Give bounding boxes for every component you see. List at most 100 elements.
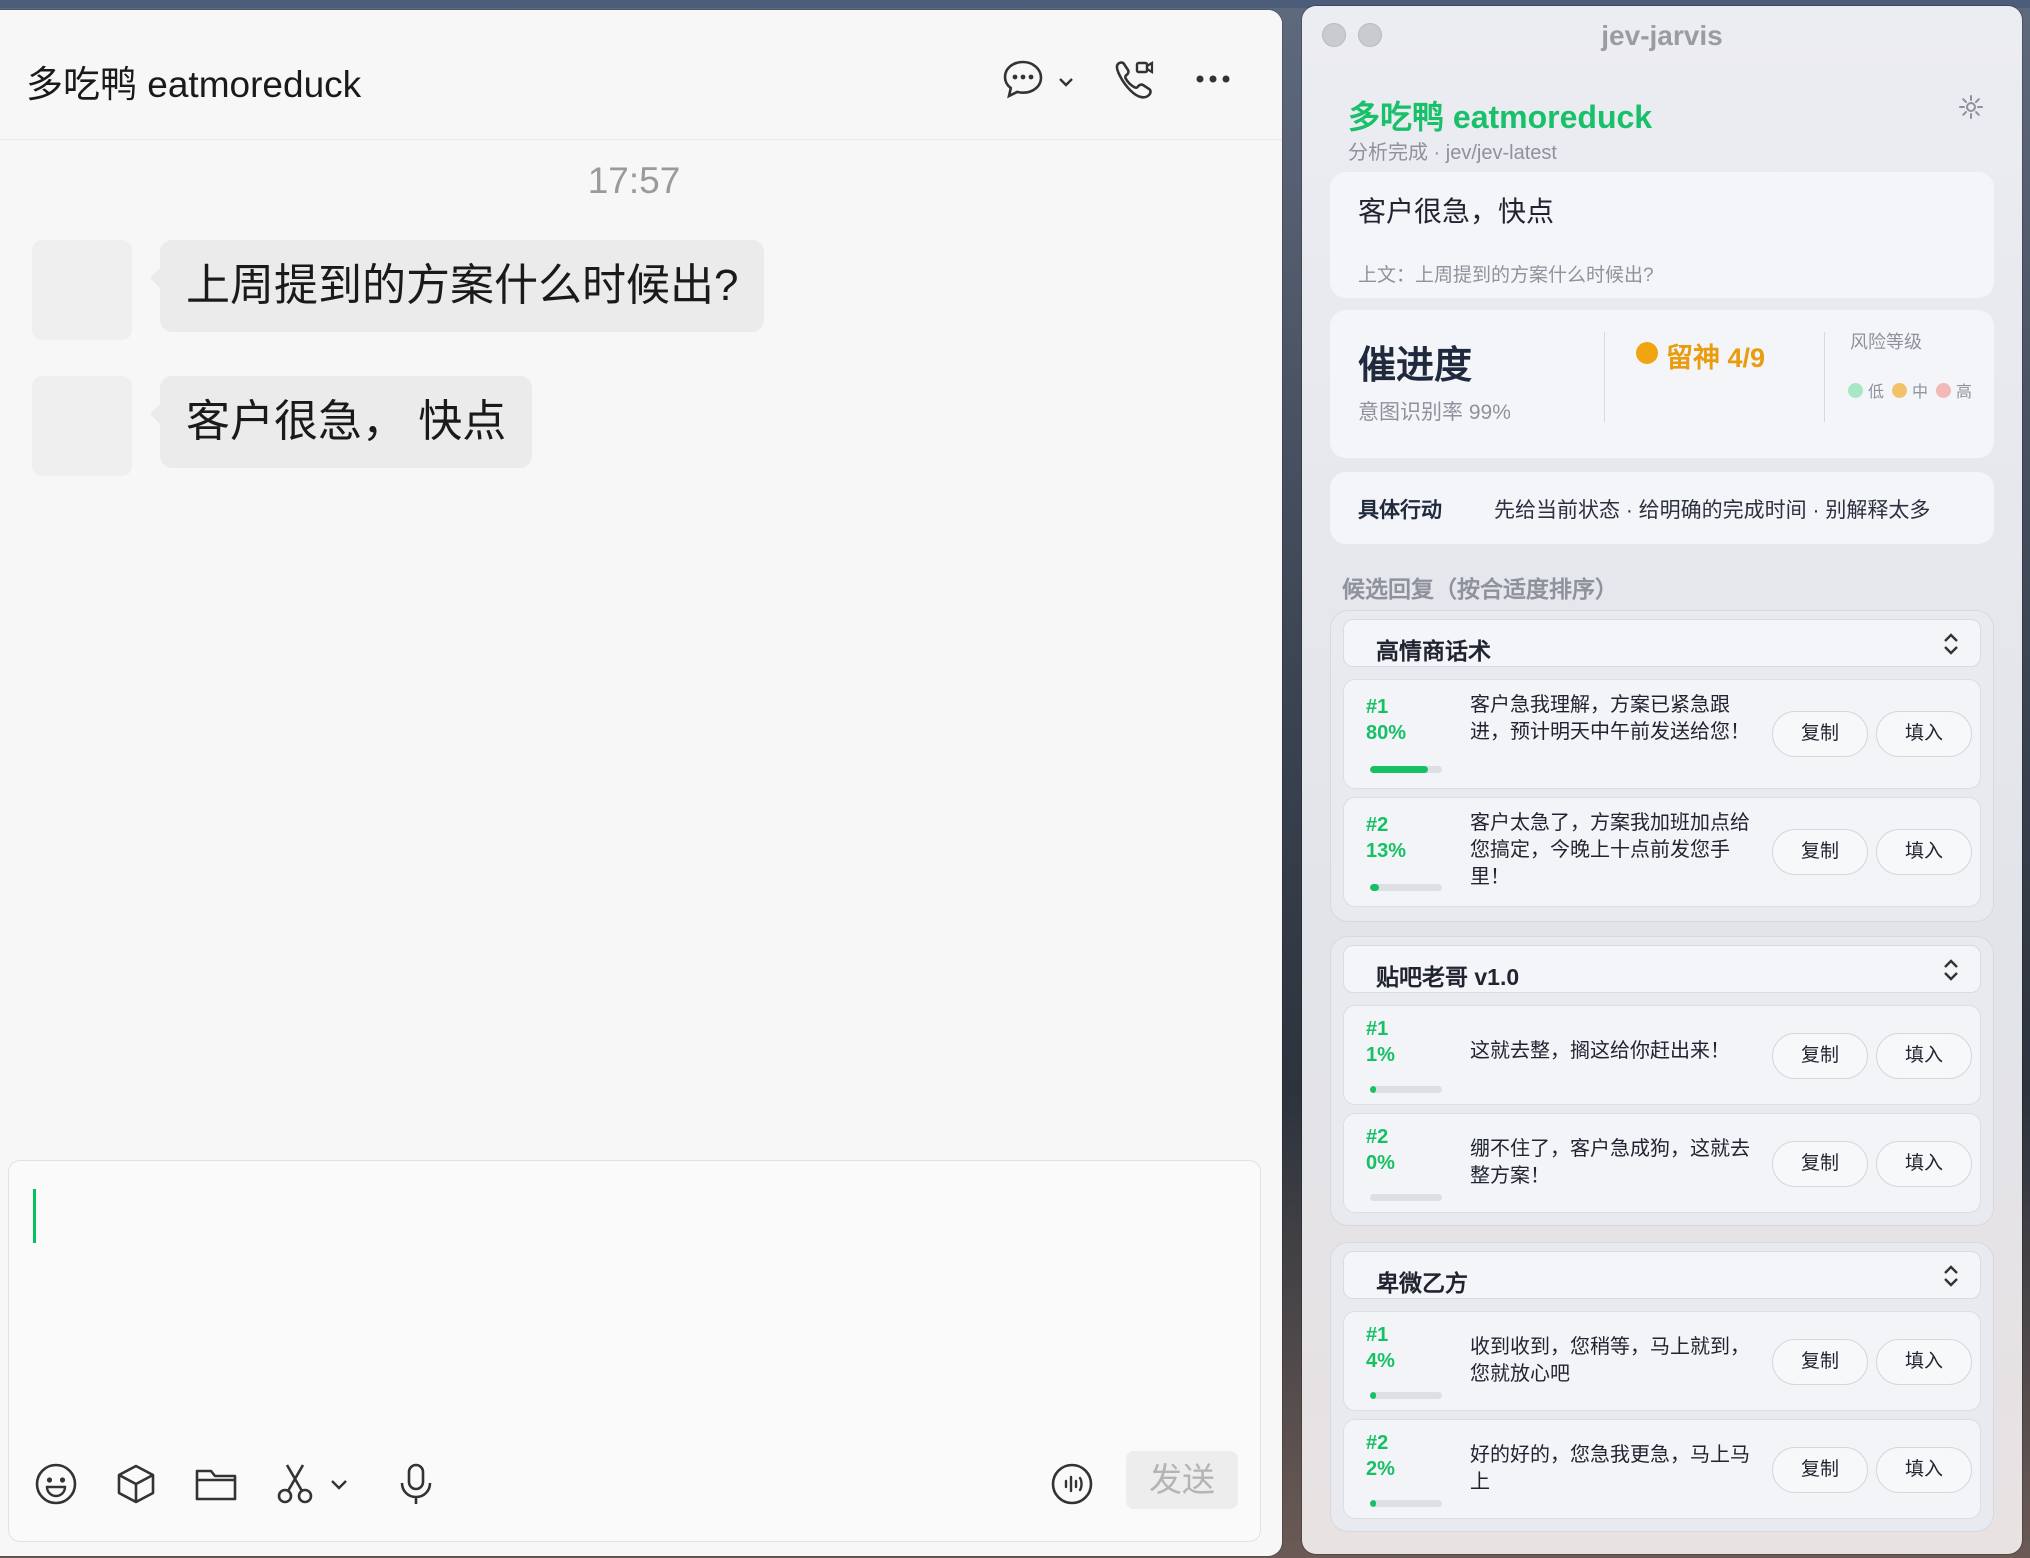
up-down-chevron-icon xyxy=(1944,633,1958,655)
reply-card: #2 0% 绷不住了，客户急成狗，这就去整方案！ 复制 填入 xyxy=(1343,1113,1981,1213)
chat-bubble-icon[interactable] xyxy=(1000,56,1046,102)
reply-rank: #2 xyxy=(1366,1126,1389,1148)
reply-text: 收到收到，您稍等，马上就到，您就放心吧 xyxy=(1470,1336,1750,1385)
reply-score: 2% xyxy=(1366,1458,1395,1480)
reply-score: 0% xyxy=(1366,1152,1395,1174)
fill-button[interactable]: 填入 xyxy=(1876,711,1972,757)
jarvis-window: jev-jarvis 多吃鸭 eatmoreduck 分析完成 · jev/je… xyxy=(1302,6,2022,1554)
analysis-status: 分析完成 · jev/jev-latest xyxy=(1348,142,1557,164)
risk-score: 留神 4/9 xyxy=(1666,343,1766,373)
cube-icon[interactable] xyxy=(113,1461,159,1507)
style-selector[interactable]: 贴吧老哥 v1.0 xyxy=(1343,945,1981,993)
fill-button[interactable]: 填入 xyxy=(1876,1141,1972,1187)
score-bar xyxy=(1370,766,1442,773)
action-label: 具体行动 xyxy=(1358,499,1442,522)
fill-button[interactable]: 填入 xyxy=(1876,829,1972,875)
reply-score: 80% xyxy=(1366,722,1407,744)
intent-title: 催进度 xyxy=(1358,345,1473,387)
style-selector[interactable]: 高情商话术 xyxy=(1343,619,1981,667)
chat-header: 多吃鸭 eatmoreduck xyxy=(0,10,1282,140)
reply-rank: #2 xyxy=(1366,814,1389,836)
candidates-heading: 候选回复（按合适度排序） xyxy=(1342,576,1618,602)
copy-button[interactable]: 复制 xyxy=(1772,711,1868,757)
send-button[interactable]: 发送 xyxy=(1126,1451,1238,1509)
action-text: 先给当前状态 · 给明确的完成时间 · 别解释太多 xyxy=(1494,499,1931,522)
chevron-down-icon[interactable] xyxy=(327,1461,351,1507)
up-down-chevron-icon xyxy=(1944,959,1958,981)
risk-high-label: 高 xyxy=(1956,384,1973,401)
chat-window: 多吃鸭 eatmoreduck 17:57 上周提到的方案什么时候出? 客户很急… xyxy=(0,10,1282,1556)
divider xyxy=(1824,332,1825,422)
title-bar[interactable]: jev-jarvis xyxy=(1302,6,2022,64)
previous-message: 上文：上周提到的方案什么时候出? xyxy=(1358,265,1654,286)
window-title: jev-jarvis xyxy=(1601,20,1723,51)
chevron-down-icon[interactable] xyxy=(1056,72,1076,92)
reply-text: 好的好的，您急我更急，马上马上 xyxy=(1470,1444,1750,1493)
emoji-icon[interactable] xyxy=(33,1461,79,1507)
score-bar-fill xyxy=(1370,1392,1376,1399)
action-card: 具体行动 先给当前状态 · 给明确的完成时间 · 别解释太多 xyxy=(1330,472,1994,544)
intent-card: 催进度 意图识别率 99% 留神 4/9 风险等级 低 中 高 xyxy=(1330,310,1994,458)
reply-text: 这就去整，搁这给你赶出来！ xyxy=(1470,1040,1730,1062)
copy-button[interactable]: 复制 xyxy=(1772,829,1868,875)
risk-low-dot-icon xyxy=(1848,382,1863,398)
current-message: 客户很急，快点 xyxy=(1358,196,1555,227)
fill-button[interactable]: 填入 xyxy=(1876,1339,1972,1385)
reply-rank: #1 xyxy=(1366,1324,1389,1346)
risk-legend: 低 中 高 xyxy=(1848,378,1980,402)
reply-card: #2 13% 客户太急了，方案我加班加点给您搞定，今晚上十点前发您手里！ 复制 … xyxy=(1343,797,1981,907)
reply-card: #1 1% 这就去整，搁这给你赶出来！ 复制 填入 xyxy=(1343,1005,1981,1105)
folder-icon[interactable] xyxy=(193,1461,239,1507)
style-selector-label: 卑微乙方 xyxy=(1376,1270,1468,1296)
risk-mid-label: 中 xyxy=(1912,384,1929,401)
text-caret xyxy=(33,1189,36,1243)
reply-score: 13% xyxy=(1366,840,1407,862)
more-icon[interactable] xyxy=(1190,56,1236,102)
avatar[interactable] xyxy=(32,376,132,476)
reply-score: 4% xyxy=(1366,1350,1395,1372)
message-card: 客户很急，快点 上文：上周提到的方案什么时候出? xyxy=(1330,172,1994,298)
score-bar xyxy=(1370,884,1442,891)
microphone-icon[interactable] xyxy=(393,1461,439,1507)
score-bar xyxy=(1370,1500,1442,1507)
style-selector-label: 高情商话术 xyxy=(1376,638,1491,664)
risk-label: 风险等级 xyxy=(1850,332,1922,352)
warning-dot-icon xyxy=(1636,342,1658,364)
video-call-icon[interactable] xyxy=(1110,56,1156,102)
style-selector[interactable]: 卑微乙方 xyxy=(1343,1251,1981,1299)
score-bar-fill xyxy=(1370,1500,1376,1507)
message-bubble[interactable]: 客户很急， 快点 xyxy=(149,376,533,468)
reply-group: 卑微乙方 #1 4% 收到收到，您稍等，马上就到，您就放心吧 复制 填入 #2 … xyxy=(1330,1242,1994,1532)
reply-group: 贴吧老哥 v1.0 #1 1% 这就去整，搁这给你赶出来！ 复制 填入 #2 0… xyxy=(1330,936,1994,1226)
score-bar xyxy=(1370,1392,1442,1399)
copy-button[interactable]: 复制 xyxy=(1772,1033,1868,1079)
fill-button[interactable]: 填入 xyxy=(1876,1447,1972,1493)
reply-group: 高情商话术 #1 80% 客户急我理解，方案已紧急跟进，预计明天中午前发送给您！… xyxy=(1330,610,1994,922)
score-bar-fill xyxy=(1370,766,1428,773)
risk-high-dot-icon xyxy=(1936,382,1952,398)
chat-title: 多吃鸭 eatmoreduck xyxy=(26,64,362,105)
reply-card: #1 80% 客户急我理解，方案已紧急跟进，预计明天中午前发送给您！ 复制 填入 xyxy=(1343,679,1981,789)
message-bubble[interactable]: 上周提到的方案什么时候出? xyxy=(149,240,765,332)
reply-card: #1 4% 收到收到，您稍等，马上就到，您就放心吧 复制 填入 xyxy=(1343,1311,1981,1411)
avatar[interactable] xyxy=(32,240,132,340)
copy-button[interactable]: 复制 xyxy=(1772,1447,1868,1493)
copy-button[interactable]: 复制 xyxy=(1772,1339,1868,1385)
reply-rank: #2 xyxy=(1366,1432,1389,1454)
reply-card: #2 2% 好的好的，您急我更急，马上马上 复制 填入 xyxy=(1343,1419,1981,1519)
gear-icon[interactable] xyxy=(1958,94,1984,120)
voice-input-icon[interactable] xyxy=(1049,1461,1095,1507)
scissors-icon[interactable] xyxy=(273,1461,319,1507)
score-bar-fill xyxy=(1370,1086,1376,1093)
message-row: 上周提到的方案什么时候出? xyxy=(32,240,765,340)
message-row: 客户很急， 快点 xyxy=(32,376,533,476)
score-bar-fill xyxy=(1370,1194,1376,1201)
reply-text: 客户急我理解，方案已紧急跟进，预计明天中午前发送给您！ xyxy=(1470,694,1750,743)
copy-button[interactable]: 复制 xyxy=(1772,1141,1868,1187)
fill-button[interactable]: 填入 xyxy=(1876,1033,1972,1079)
message-input[interactable]: 发送 xyxy=(8,1160,1261,1542)
divider xyxy=(1604,332,1605,422)
reply-text: 绷不住了，客户急成狗，这就去整方案！ xyxy=(1470,1138,1750,1187)
score-bar xyxy=(1370,1194,1442,1201)
reply-score: 1% xyxy=(1366,1044,1395,1066)
